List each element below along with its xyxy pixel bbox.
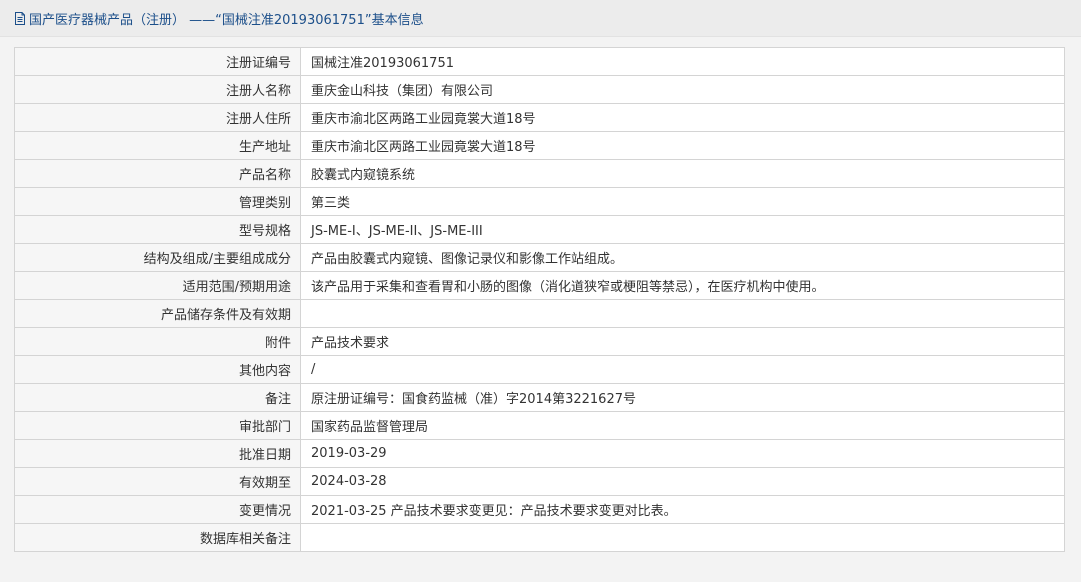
row-label: 生产地址 [14, 131, 301, 160]
table-row: 备注 原注册证编号：国食药监械（准）字2014第3221627号 [14, 383, 1065, 412]
row-label: 数据库相关备注 [14, 523, 301, 552]
row-value [300, 523, 1065, 552]
row-label: 有效期至 [14, 467, 301, 496]
page-title: 国产医疗器械产品（注册） ——“国械注准20193061751”基本信息 [29, 12, 424, 28]
table-row: 注册人名称 重庆金山科技（集团）有限公司 [14, 75, 1065, 104]
table-row: 生产地址 重庆市渝北区两路工业园竟裳大道18号 [14, 131, 1065, 160]
document-icon [15, 11, 25, 25]
table-row: 产品储存条件及有效期 [14, 299, 1065, 328]
table-row: 有效期至 2024-03-28 [14, 467, 1065, 496]
table-row: 注册证编号 国械注准20193061751 [14, 47, 1065, 76]
row-label: 产品储存条件及有效期 [14, 299, 301, 328]
row-value: JS-ME-I、JS-ME-II、JS-ME-III [300, 215, 1065, 244]
row-label: 备注 [14, 383, 301, 412]
table-row: 数据库相关备注 [14, 523, 1065, 552]
row-label: 批准日期 [14, 439, 301, 468]
row-value: 重庆市渝北区两路工业园竟裳大道18号 [300, 103, 1065, 132]
row-value: 该产品用于采集和查看胃和小肠的图像（消化道狭窄或梗阻等禁忌），在医疗机构中使用。 [300, 271, 1065, 300]
basic-info-table: 注册证编号 国械注准20193061751 注册人名称 重庆金山科技（集团）有限… [14, 47, 1065, 552]
table-row: 产品名称 胶囊式内窥镜系统 [14, 159, 1065, 188]
row-value: 国家药品监督管理局 [300, 411, 1065, 440]
row-label: 型号规格 [14, 215, 301, 244]
row-value: 重庆金山科技（集团）有限公司 [300, 75, 1065, 104]
row-label: 变更情况 [14, 495, 301, 524]
row-label: 管理类别 [14, 187, 301, 216]
row-value: 原注册证编号：国食药监械（准）字2014第3221627号 [300, 383, 1065, 412]
detail-panel: 注册证编号 国械注准20193061751 注册人名称 重庆金山科技（集团）有限… [0, 37, 1081, 582]
row-label: 产品名称 [14, 159, 301, 188]
row-value: 2021-03-25 产品技术要求变更见：产品技术要求变更对比表。 [300, 495, 1065, 524]
table-row: 结构及组成/主要组成成分 产品由胶囊式内窥镜、图像记录仪和影像工作站组成。 [14, 243, 1065, 272]
row-value [300, 299, 1065, 328]
row-label: 注册证编号 [14, 47, 301, 76]
table-row: 型号规格 JS-ME-I、JS-ME-II、JS-ME-III [14, 215, 1065, 244]
table-row: 审批部门 国家药品监督管理局 [14, 411, 1065, 440]
row-value: 产品由胶囊式内窥镜、图像记录仪和影像工作站组成。 [300, 243, 1065, 272]
table-row: 批准日期 2019-03-29 [14, 439, 1065, 468]
row-value: 2019-03-29 [300, 439, 1065, 468]
table-row: 管理类别 第三类 [14, 187, 1065, 216]
row-value: 2024-03-28 [300, 467, 1065, 496]
row-value: 重庆市渝北区两路工业园竟裳大道18号 [300, 131, 1065, 160]
row-value: 国械注准20193061751 [300, 47, 1065, 76]
row-value: 第三类 [300, 187, 1065, 216]
table-row: 适用范围/预期用途 该产品用于采集和查看胃和小肠的图像（消化道狭窄或梗阻等禁忌）… [14, 271, 1065, 300]
table-row: 附件 产品技术要求 [14, 327, 1065, 356]
row-value: / [300, 355, 1065, 384]
table-row: 注册人住所 重庆市渝北区两路工业园竟裳大道18号 [14, 103, 1065, 132]
table-row: 变更情况 2021-03-25 产品技术要求变更见：产品技术要求变更对比表。 [14, 495, 1065, 524]
row-label: 结构及组成/主要组成成分 [14, 243, 301, 272]
row-label: 附件 [14, 327, 301, 356]
page-header: 国产医疗器械产品（注册） ——“国械注准20193061751”基本信息 [0, 0, 1081, 37]
row-label: 适用范围/预期用途 [14, 271, 301, 300]
table-row: 其他内容 / [14, 355, 1065, 384]
row-label: 注册人名称 [14, 75, 301, 104]
row-label: 审批部门 [14, 411, 301, 440]
row-label: 其他内容 [14, 355, 301, 384]
row-value: 产品技术要求 [300, 327, 1065, 356]
row-value: 胶囊式内窥镜系统 [300, 159, 1065, 188]
row-label: 注册人住所 [14, 103, 301, 132]
